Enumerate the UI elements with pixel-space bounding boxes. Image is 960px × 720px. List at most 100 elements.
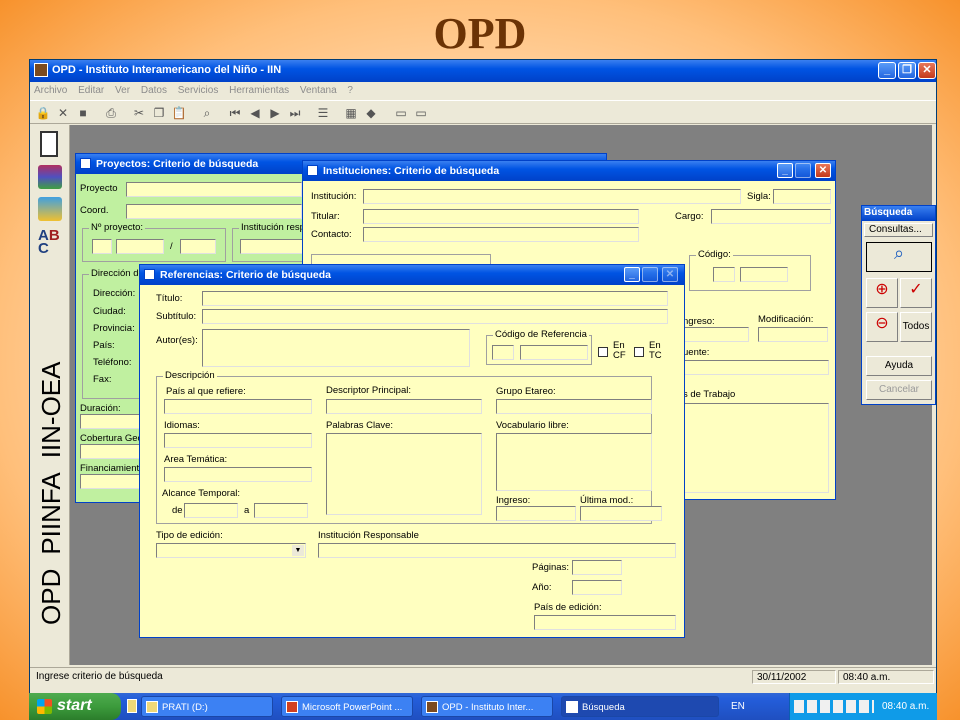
titulo-field[interactable] bbox=[202, 291, 668, 306]
nro-proyecto-field-3[interactable] bbox=[180, 239, 216, 254]
tools-icon[interactable] bbox=[38, 197, 62, 221]
proyecto-field[interactable] bbox=[126, 182, 302, 197]
close-button[interactable]: ✕ bbox=[918, 62, 936, 79]
check-search-icon[interactable]: ✓ bbox=[900, 278, 932, 308]
todos-button[interactable]: Todos bbox=[900, 312, 932, 342]
copy-icon[interactable]: ❐ bbox=[150, 104, 168, 122]
minimize-button[interactable]: _ bbox=[878, 62, 896, 79]
prev-record-icon[interactable]: ◀ bbox=[246, 104, 264, 122]
print-icon[interactable]: ⎙ bbox=[102, 104, 120, 122]
codigo-field-2[interactable] bbox=[740, 267, 788, 282]
en-cf-checkbox[interactable] bbox=[598, 347, 608, 357]
column-icon[interactable] bbox=[40, 131, 58, 157]
institucion-resp-field[interactable] bbox=[240, 239, 304, 254]
ingreso-ref-field[interactable] bbox=[496, 506, 576, 521]
window2-icon[interactable]: ▭ bbox=[412, 104, 430, 122]
instituciones-title-bar[interactable]: Instituciones: Criterio de búsqueda _ ✕ bbox=[303, 161, 835, 181]
pais-edicion-field[interactable] bbox=[534, 615, 676, 630]
first-record-icon[interactable]: ⏮ bbox=[226, 104, 244, 122]
anio-field[interactable] bbox=[572, 580, 622, 595]
clock[interactable]: 08:40 a.m. bbox=[882, 701, 929, 712]
referencias-minimize-button[interactable]: _ bbox=[624, 267, 640, 282]
referencias-maximize-button[interactable] bbox=[642, 267, 658, 282]
task-powerpoint[interactable]: Microsoft PowerPoint ... bbox=[281, 696, 413, 717]
cobertura-field[interactable] bbox=[80, 444, 146, 459]
task-prati[interactable]: PRATI (D:) bbox=[141, 696, 273, 717]
referencias-title-bar[interactable]: Referencias: Criterio de búsqueda _ ✕ bbox=[140, 265, 684, 285]
nro-proyecto-field-1[interactable] bbox=[92, 239, 112, 254]
ayuda-button[interactable]: Ayuda bbox=[866, 356, 932, 376]
consultas-button[interactable]: Consultas... bbox=[864, 223, 933, 237]
areas-trabajo-field[interactable] bbox=[683, 403, 829, 493]
filter-icon[interactable]: ▦ bbox=[342, 104, 360, 122]
cancelar-button[interactable]: Cancelar bbox=[866, 380, 932, 400]
instituciones-minimize-button[interactable]: _ bbox=[777, 163, 793, 178]
menu-editar[interactable]: Editar bbox=[74, 82, 108, 99]
list-icon[interactable]: ☰ bbox=[314, 104, 332, 122]
task-busqueda[interactable]: Búsqueda bbox=[561, 696, 719, 717]
subtitulo-field[interactable] bbox=[202, 309, 668, 324]
start-button[interactable]: start bbox=[29, 693, 121, 720]
add-search-icon[interactable]: ⊕ bbox=[866, 278, 898, 308]
next-record-icon[interactable]: ▶ bbox=[266, 104, 284, 122]
language-indicator[interactable]: EN bbox=[731, 701, 745, 712]
duracion-field[interactable] bbox=[80, 414, 146, 429]
chevron-down-icon[interactable]: ▼ bbox=[292, 545, 304, 556]
tipo-edicion-select[interactable]: ▼ bbox=[156, 543, 306, 558]
quicklaunch-icon[interactable] bbox=[127, 699, 137, 713]
delete-icon[interactable]: ✕ bbox=[54, 104, 72, 122]
menu-servicios[interactable]: Servicios bbox=[174, 82, 223, 99]
sigla-field[interactable] bbox=[773, 189, 831, 204]
instituciones-close-button[interactable]: ✕ bbox=[815, 163, 831, 178]
codigo-ref-field-1[interactable] bbox=[492, 345, 514, 360]
alcance-hasta-field[interactable] bbox=[254, 503, 308, 518]
tray-icons[interactable] bbox=[794, 700, 874, 713]
financiamiento-field[interactable] bbox=[80, 474, 146, 489]
titular-field[interactable] bbox=[363, 209, 639, 224]
cargo-field[interactable] bbox=[711, 209, 831, 224]
en-tc-checkbox[interactable] bbox=[634, 347, 644, 357]
window-icon[interactable]: ▭ bbox=[392, 104, 410, 122]
institucion-resp-ref-field[interactable] bbox=[318, 543, 676, 558]
area-tematica-field[interactable] bbox=[164, 467, 312, 482]
menu-ventana[interactable]: Ventana bbox=[296, 82, 341, 99]
instituciones-maximize-button[interactable] bbox=[795, 163, 811, 178]
menu-help[interactable]: ? bbox=[343, 82, 357, 99]
busqueda-title[interactable]: Búsqueda bbox=[862, 206, 935, 221]
task-opd[interactable]: OPD - Instituto Inter... bbox=[421, 696, 553, 717]
books-icon[interactable] bbox=[38, 165, 62, 189]
codigo-ref-field-2[interactable] bbox=[520, 345, 588, 360]
palabras-clave-field[interactable] bbox=[326, 433, 482, 515]
nro-proyecto-field-2[interactable] bbox=[116, 239, 164, 254]
grupo-etareo-field[interactable] bbox=[496, 399, 652, 414]
menu-ver[interactable]: Ver bbox=[111, 82, 134, 99]
maximize-button[interactable]: ❐ bbox=[898, 62, 916, 79]
ingreso-field[interactable] bbox=[683, 327, 749, 342]
idiomas-field[interactable] bbox=[164, 433, 312, 448]
diamond-icon[interactable]: ◆ bbox=[362, 104, 380, 122]
pais-refiere-field[interactable] bbox=[164, 399, 312, 414]
remove-search-icon[interactable]: ⊖ bbox=[866, 312, 898, 342]
cut-icon[interactable]: ✂ bbox=[130, 104, 148, 122]
alcance-desde-field[interactable] bbox=[184, 503, 238, 518]
paste-icon[interactable]: 📋 bbox=[170, 104, 188, 122]
search-icon[interactable]: ⌕ bbox=[866, 242, 932, 272]
autores-field[interactable] bbox=[202, 329, 470, 367]
menu-herramientas[interactable]: Herramientas bbox=[225, 82, 293, 99]
stop-icon[interactable]: ■ bbox=[74, 104, 92, 122]
vocabulario-field[interactable] bbox=[496, 433, 652, 491]
coord-field[interactable] bbox=[126, 204, 302, 219]
find-icon[interactable]: ⌕ bbox=[198, 104, 216, 122]
menu-archivo[interactable]: Archivo bbox=[30, 82, 71, 99]
institucion-field[interactable] bbox=[363, 189, 741, 204]
referencias-close-button[interactable]: ✕ bbox=[662, 267, 678, 282]
contacto-field[interactable] bbox=[363, 227, 639, 242]
lock-icon[interactable]: 🔒 bbox=[34, 104, 52, 122]
app-title-bar[interactable]: OPD - Instituto Interamericano del Niño … bbox=[30, 60, 936, 82]
descriptor-field[interactable] bbox=[326, 399, 482, 414]
paginas-field[interactable] bbox=[572, 560, 622, 575]
fuente-field[interactable] bbox=[683, 360, 829, 375]
abc-icon[interactable]: AB C bbox=[38, 228, 64, 256]
codigo-field-1[interactable] bbox=[713, 267, 735, 282]
ultima-mod-field[interactable] bbox=[580, 506, 662, 521]
